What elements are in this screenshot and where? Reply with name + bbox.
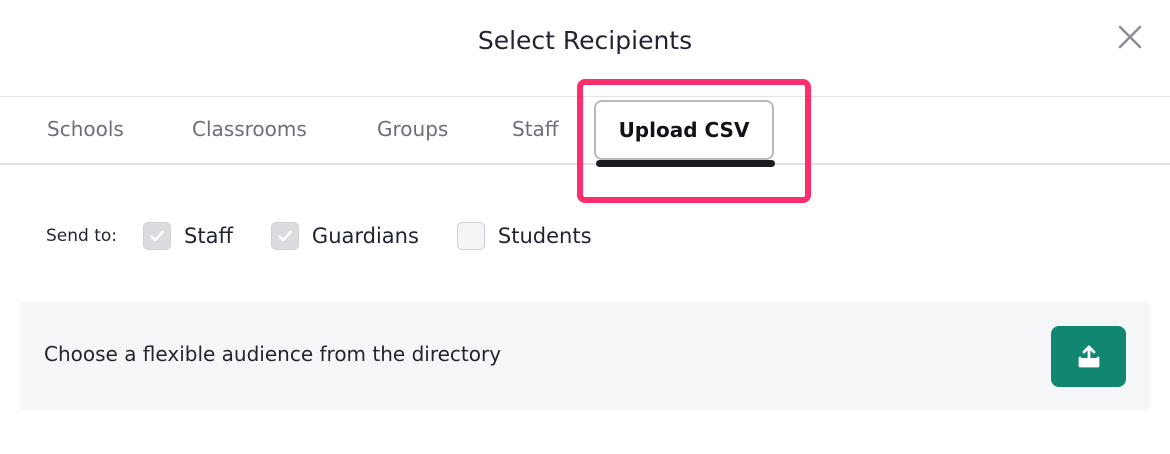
- close-icon: [1118, 25, 1142, 49]
- tab-schools[interactable]: Schools: [47, 117, 124, 141]
- close-button[interactable]: [1113, 20, 1147, 54]
- upload-button[interactable]: [1051, 326, 1126, 387]
- guardians-checkbox-label: Guardians: [311, 224, 419, 248]
- select-recipients-dialog: Select Recipients Schools Classrooms Gro…: [0, 0, 1170, 454]
- send-to-row: Send to: Staff Guardians Students: [46, 218, 630, 254]
- panel-description: Choose a flexible audience from the dire…: [44, 342, 502, 366]
- checkmark-icon: [278, 230, 292, 242]
- active-tab-indicator: [596, 160, 775, 167]
- students-option[interactable]: Students: [456, 222, 592, 250]
- upload-icon: [1078, 345, 1099, 367]
- tab-classrooms[interactable]: Classrooms: [192, 117, 307, 141]
- upload-panel: Choose a flexible audience from the dire…: [20, 302, 1150, 410]
- dialog-header: Select Recipients: [0, 0, 1170, 97]
- guardians-option[interactable]: Guardians: [270, 222, 419, 250]
- tab-staff[interactable]: Staff: [512, 117, 559, 141]
- staff-option[interactable]: Staff: [143, 222, 233, 250]
- students-checkbox-label: Students: [497, 224, 592, 248]
- students-checkbox[interactable]: [456, 222, 485, 250]
- dialog-title: Select Recipients: [477, 26, 693, 55]
- tab-upload-csv[interactable]: Upload CSV: [594, 100, 774, 160]
- staff-checkbox-label: Staff: [184, 224, 233, 248]
- send-to-label: Send to:: [46, 226, 118, 246]
- guardians-checkbox[interactable]: [270, 222, 299, 250]
- staff-checkbox[interactable]: [143, 222, 172, 250]
- checkmark-icon: [150, 230, 164, 242]
- tab-bar: Schools Classrooms Groups Staff Upload C…: [0, 97, 1170, 167]
- tab-groups[interactable]: Groups: [377, 117, 448, 141]
